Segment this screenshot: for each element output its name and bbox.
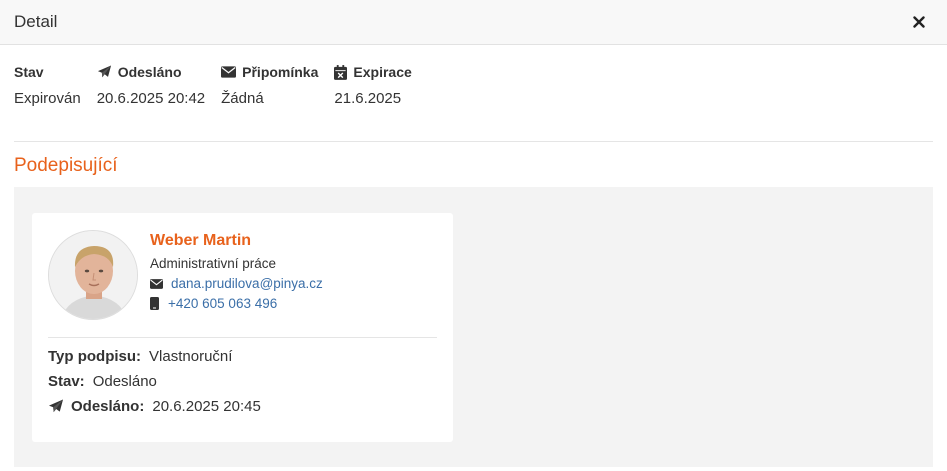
signer-card: Weber Martin Administrativní práce dana.…	[32, 213, 453, 442]
expiration-column: Expirace 21.6.2025	[334, 64, 412, 141]
signer-phone-link[interactable]: +420 605 063 496	[168, 296, 277, 311]
envelope-icon	[150, 278, 163, 289]
detail-modal: Detail Stav Expirován Odesláno 20.6.2025…	[0, 0, 947, 471]
avatar	[48, 230, 138, 320]
envelope-icon	[221, 66, 237, 78]
signer-email-link[interactable]: dana.prudilova@pinya.cz	[171, 276, 323, 291]
expiration-label: Expirace	[353, 64, 412, 80]
sent-column: Odesláno 20.6.2025 20:42	[97, 64, 205, 141]
signature-type-row: Typ podpisu: Vlastnoruční	[48, 348, 437, 365]
mobile-phone-icon	[150, 297, 159, 310]
calendar-x-icon	[334, 64, 348, 80]
signer-name: Weber Martin	[150, 232, 252, 249]
modal-title: Detail	[14, 12, 58, 31]
signers-panel: Weber Martin Administrativní práce dana.…	[14, 187, 933, 467]
reminder-label: Připomínka	[242, 64, 319, 80]
status-value: Expirován	[14, 90, 81, 107]
expiration-value: 21.6.2025	[334, 90, 402, 107]
signer-status-label: Stav:	[48, 373, 85, 390]
reminder-column: Připomínka Žádná	[221, 64, 318, 141]
signer-role: Administrativní práce	[150, 256, 277, 271]
close-icon	[913, 16, 925, 28]
info-row: Stav Expirován Odesláno 20.6.2025 20:42 …	[0, 45, 947, 141]
status-column: Stav Expirován	[14, 64, 81, 141]
signature-type-value: Vlastnoruční	[149, 348, 233, 365]
signature-type-label: Typ podpisu:	[48, 348, 142, 365]
signer-status-row: Stav: Odesláno	[48, 373, 437, 390]
reminder-value: Žádná	[221, 90, 264, 107]
status-label: Stav	[14, 64, 44, 80]
close-button[interactable]	[909, 12, 929, 32]
sent-value: 20.6.2025 20:42	[96, 90, 206, 107]
paper-plane-icon	[97, 65, 111, 78]
modal-header: Detail	[0, 0, 947, 45]
signers-section-title: Podepisující	[14, 155, 118, 176]
signer-status-value: Odesláno	[92, 373, 157, 390]
signer-sent-label: Odesláno:	[71, 398, 145, 415]
paper-plane-icon	[48, 399, 64, 413]
sent-label: Odesláno	[117, 64, 182, 80]
signer-sent-value: 20.6.2025 20:45	[152, 398, 261, 415]
signer-sent-row: Odesláno: 20.6.2025 20:45	[48, 398, 437, 415]
avatar-image	[49, 231, 137, 319]
